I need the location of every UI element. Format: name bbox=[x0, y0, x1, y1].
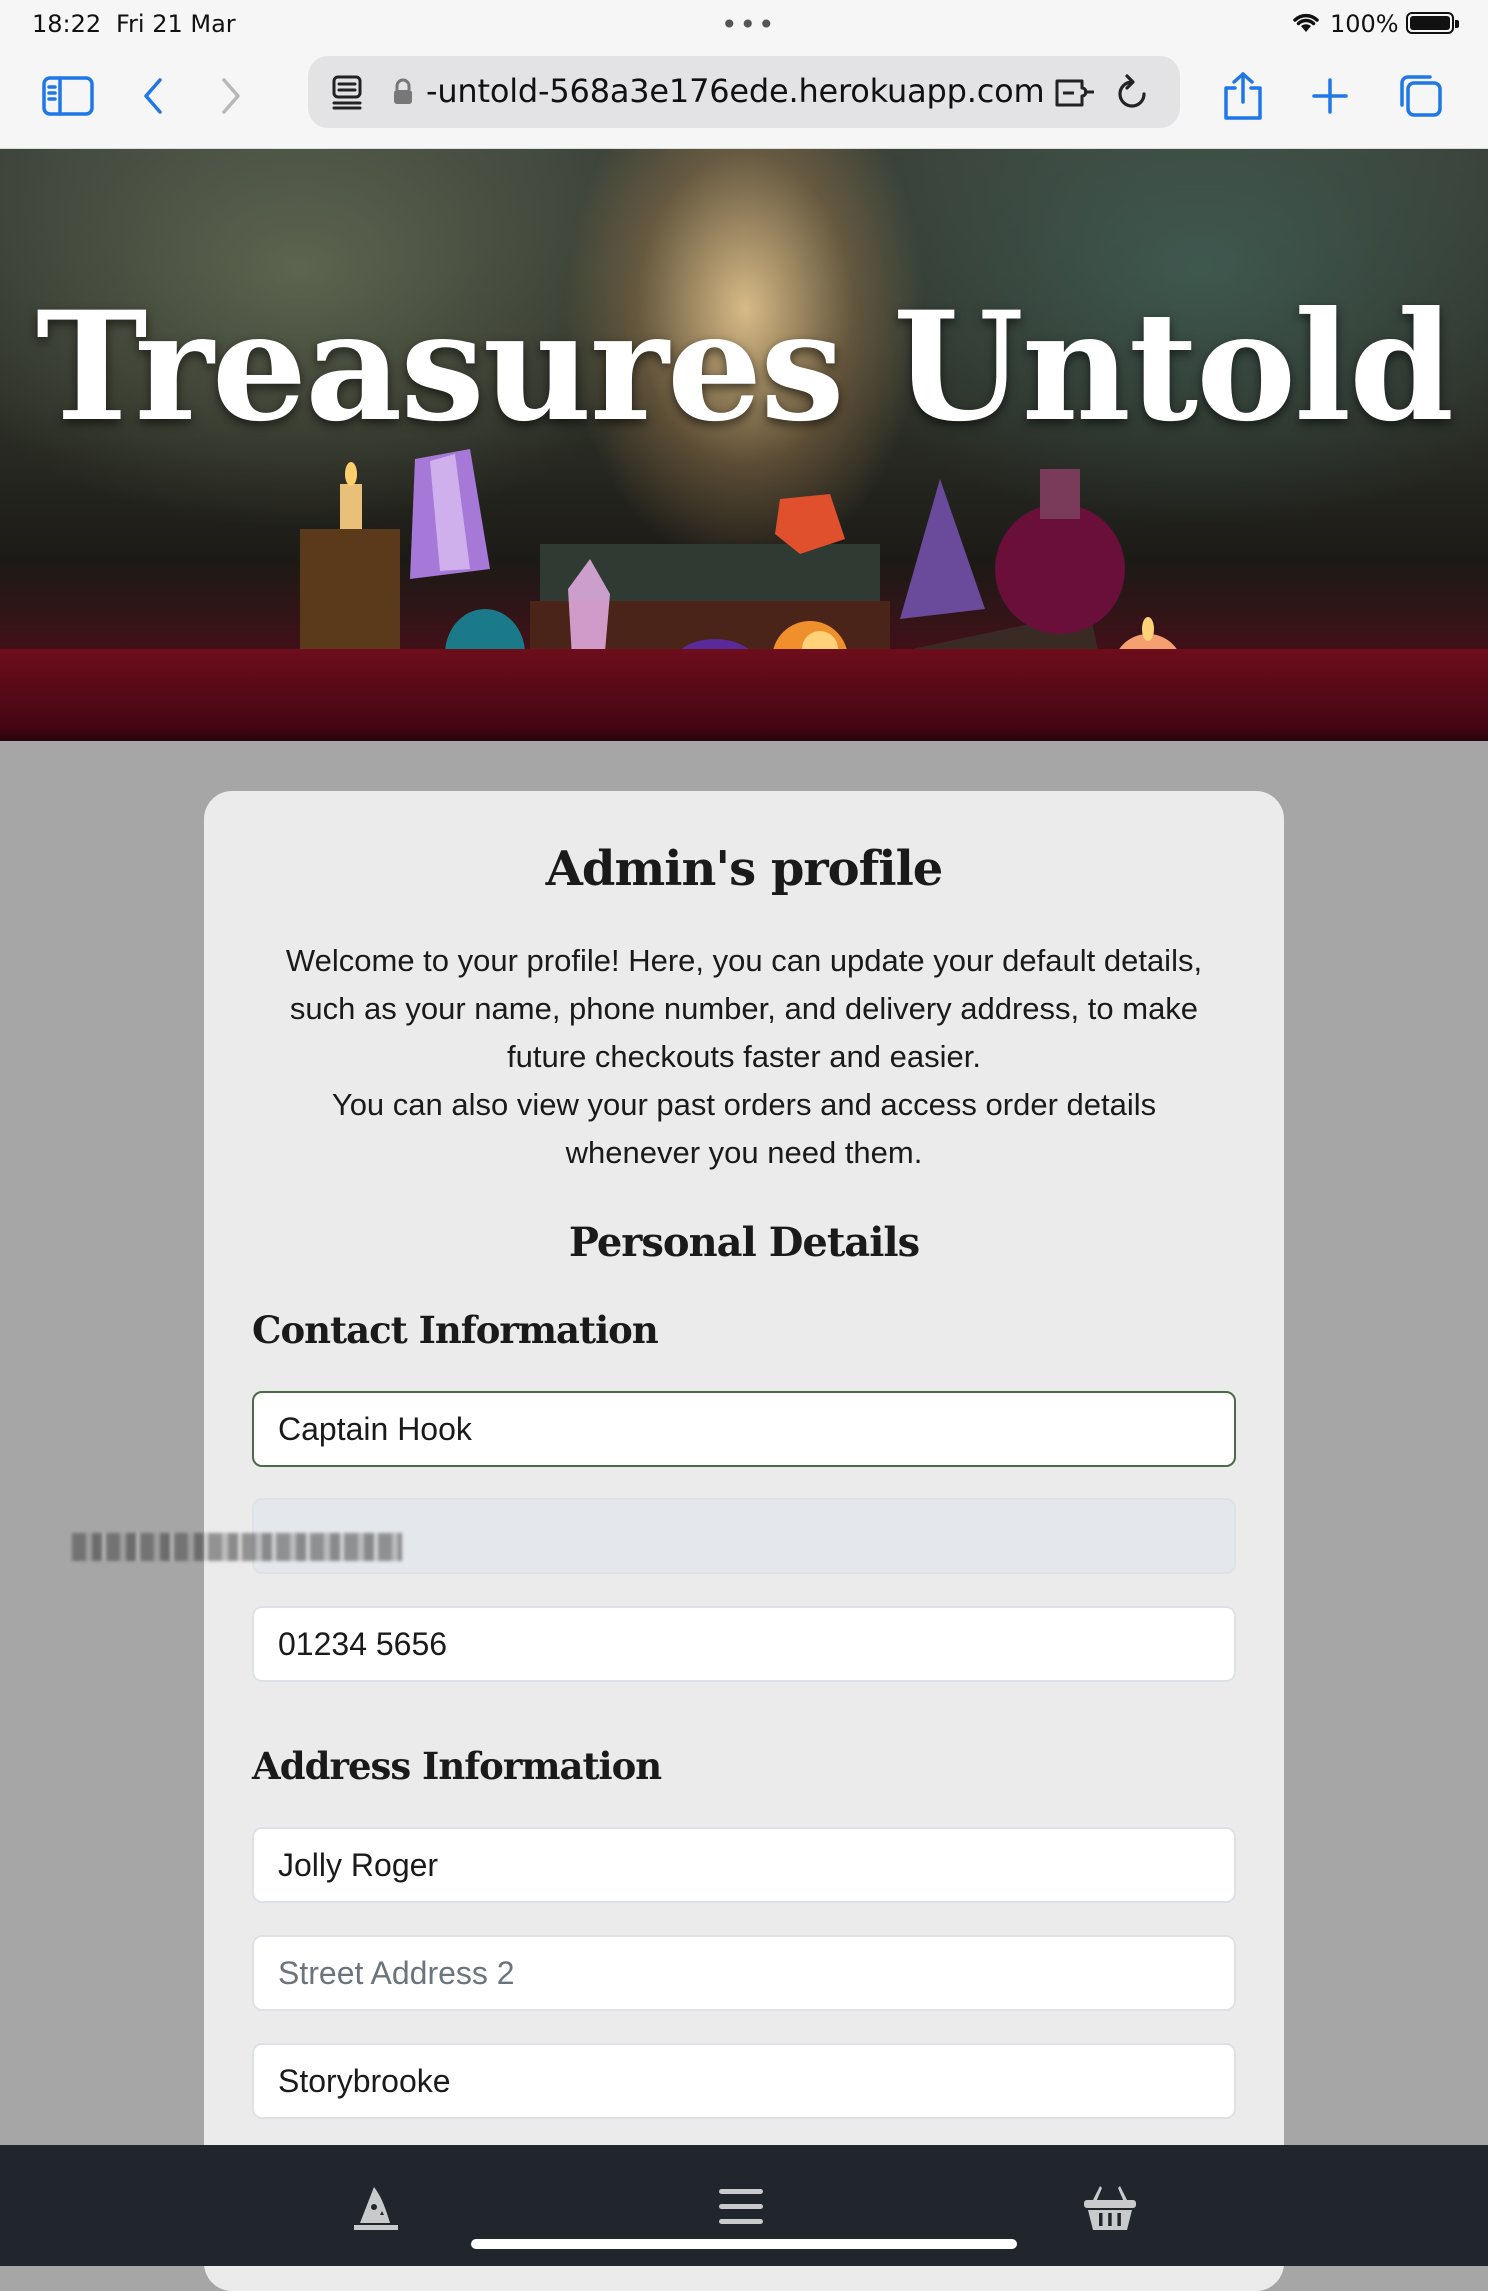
url-text[interactable]: -untold-568a3e176ede.herokuapp.com bbox=[426, 72, 1045, 110]
new-tab-icon[interactable] bbox=[1302, 68, 1358, 124]
intro-line: such as your name, phone number, and del… bbox=[289, 991, 1199, 1026]
hero-banner: Treasures Untold bbox=[0, 149, 1488, 741]
sidebar-icon[interactable] bbox=[40, 68, 96, 124]
blurred-email-value bbox=[72, 1533, 402, 1561]
back-icon[interactable] bbox=[126, 68, 182, 124]
intro-line: future checkouts faster and easier. bbox=[507, 1039, 981, 1074]
menu-icon[interactable] bbox=[711, 2177, 771, 2237]
personal-details-heading: Personal Details bbox=[568, 1219, 920, 1266]
reader-icon[interactable] bbox=[330, 74, 366, 115]
status-date: Fri 21 Mar bbox=[116, 10, 236, 38]
tabs-icon[interactable] bbox=[1392, 68, 1448, 124]
multitasking-dots-icon[interactable]: ••• bbox=[721, 8, 777, 41]
address-bar[interactable]: -untold-568a3e176ede.herokuapp.com bbox=[308, 56, 1180, 128]
wizard-hat-icon[interactable] bbox=[346, 2177, 406, 2237]
extension-icon[interactable] bbox=[1054, 76, 1096, 115]
intro-line: You can also view your past orders and a… bbox=[331, 1087, 1157, 1122]
profile-heading: Admin's profile bbox=[545, 841, 944, 897]
address-info-heading: Address Information bbox=[252, 1744, 662, 1788]
full-name-field[interactable] bbox=[252, 1391, 1236, 1467]
battery-percent: 100% bbox=[1330, 10, 1399, 38]
wifi-icon bbox=[1291, 10, 1321, 40]
site-title[interactable]: Treasures Untold bbox=[0, 279, 1488, 455]
profile-intro: Welcome to your profile! Here, you can u… bbox=[244, 937, 1244, 1177]
forward-icon[interactable] bbox=[202, 68, 258, 124]
browser-toolbar: -untold-568a3e176ede.herokuapp.com bbox=[0, 48, 1488, 149]
intro-line: whenever you need them. bbox=[565, 1135, 923, 1170]
share-icon[interactable] bbox=[1215, 68, 1271, 124]
home-indicator[interactable] bbox=[471, 2239, 1017, 2249]
reload-icon[interactable] bbox=[1114, 74, 1150, 117]
status-bar: 18:22 Fri 21 Mar ••• 100% bbox=[0, 0, 1488, 48]
status-time: 18:22 bbox=[32, 10, 102, 38]
basket-icon[interactable] bbox=[1080, 2177, 1140, 2237]
battery-icon bbox=[1406, 12, 1459, 34]
contact-info-heading: Contact Information bbox=[252, 1308, 659, 1352]
intro-line: Welcome to your profile! Here, you can u… bbox=[285, 943, 1203, 978]
street-address-1-field[interactable] bbox=[252, 1827, 1236, 1903]
street-address-2-field[interactable] bbox=[252, 1935, 1236, 2011]
town-field[interactable] bbox=[252, 2043, 1236, 2119]
phone-field[interactable] bbox=[252, 1606, 1236, 1682]
lock-icon bbox=[392, 78, 414, 111]
